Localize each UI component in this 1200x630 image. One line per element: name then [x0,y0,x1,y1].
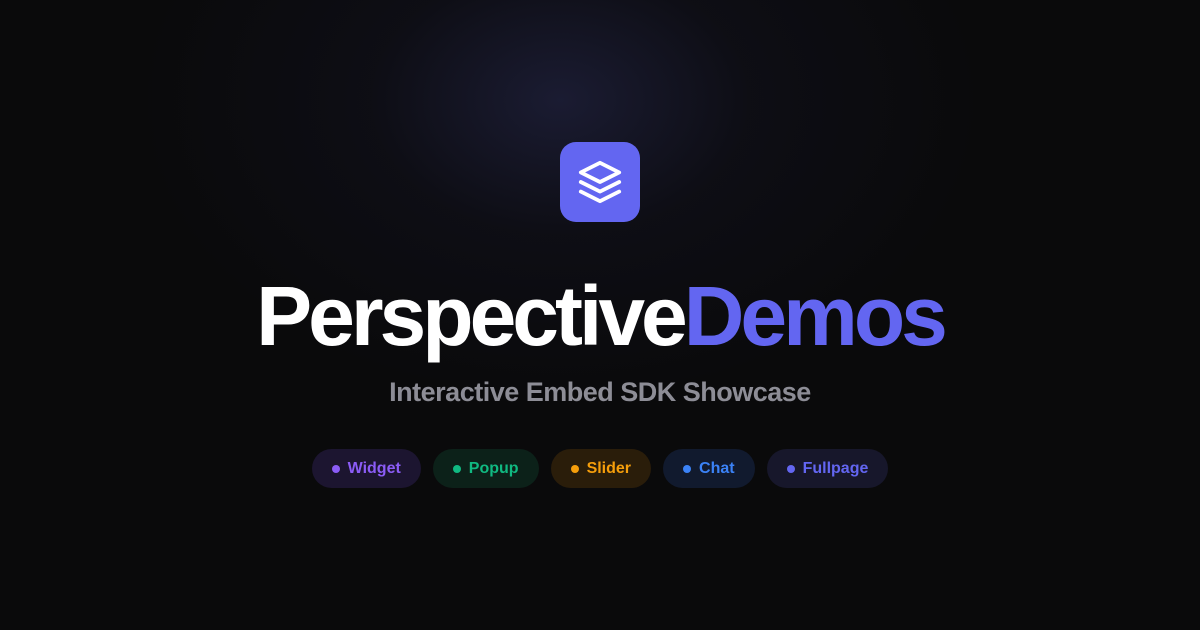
pill-popup[interactable]: Popup [432,449,539,488]
hero-card: PerspectiveDemos Interactive Embed SDK S… [0,0,1200,630]
pill-label: Popup [468,459,519,477]
logo-badge [560,142,640,222]
widget-dot-icon [331,464,340,473]
pill-label: Chat [699,459,735,477]
pill-label: Slider [586,459,632,477]
fullpage-dot-icon [786,464,795,473]
pill-label: Fullpage [802,459,869,477]
pill-chat[interactable]: Chat [663,449,755,488]
chat-dot-icon [683,464,692,473]
title-perspective: Perspective [256,269,688,363]
slider-dot-icon [570,464,579,473]
title-demos: Demos [683,269,948,363]
page-subtitle: Interactive Embed SDK Showcase [389,377,811,407]
pill-widget[interactable]: Widget [311,449,421,488]
demo-type-pills: Widget Popup Slider Chat Fullpage [0,449,1200,488]
page-title: PerspectiveDemos [0,266,1200,366]
pill-fullpage[interactable]: Fullpage [766,449,889,488]
popup-dot-icon [452,464,461,473]
pill-slider[interactable]: Slider [550,449,652,488]
layers-icon [578,160,622,204]
pill-label: Widget [347,459,401,477]
